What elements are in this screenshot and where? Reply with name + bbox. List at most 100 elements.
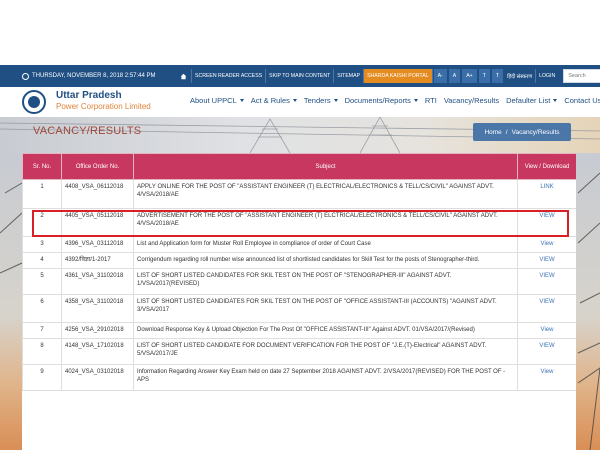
cell-sr: 2 [22, 208, 62, 237]
logo-emblem-icon [28, 96, 40, 108]
nav-documents-reports[interactable]: Documents/Reports [345, 96, 418, 105]
table-row: 8 4148_VSA_17102018 LIST OF SHORT LISTED… [22, 338, 576, 365]
hindi-version-link[interactable]: हिंदी संस्करण [504, 69, 537, 83]
page-banner: VACANCY/RESULTS Home / Vacancy/Results [0, 117, 600, 153]
table-row: 3 4396_VSA_03112018 List and Application… [22, 236, 576, 253]
chevron-down-icon [333, 99, 338, 102]
nav-label: RTI [424, 96, 437, 105]
login-link[interactable]: LOGIN [536, 69, 558, 83]
nav-tenders[interactable]: Tenders [304, 96, 338, 105]
nav-label: Vacancy/Results [443, 96, 500, 105]
font-normal-button[interactable]: A [448, 69, 461, 83]
nav-label: Defaulter List [506, 96, 551, 105]
theme-toggle-2[interactable]: T [491, 69, 504, 83]
cell-sr: 5 [22, 268, 62, 295]
cell-subject: ADVERTISEMENT FOR THE POST OF "ASSISTANT… [133, 208, 518, 237]
chevron-down-icon [292, 99, 297, 102]
view-button[interactable]: View [517, 322, 576, 339]
search-input[interactable]: Search [563, 69, 600, 83]
brand-name: Uttar Pradesh Power Corporation Limited [56, 90, 151, 112]
table-row: 2 4405_VSA_05112018 ADVERTISEMENT FOR TH… [22, 208, 576, 237]
nav-defaulter-list[interactable]: Defaulter List [506, 96, 558, 105]
header-subject: Subject [133, 153, 518, 180]
breadcrumb-home[interactable]: Home [484, 129, 501, 136]
cell-order: 4392/विज्ञा/1-2017 [61, 252, 134, 269]
cell-sr: 6 [22, 294, 62, 323]
sharda-kaishi-portal-link[interactable]: SHARDA KAISHI PORTAL [364, 69, 433, 83]
nav-label: Tenders [303, 96, 331, 105]
cell-order: 4148_VSA_17102018 [61, 338, 134, 365]
cell-subject: Information Regarding Answer Key Exam he… [133, 364, 518, 391]
table-row: 5 4361_VSA_31102018 LIST OF SHORT LISTED… [22, 268, 576, 295]
chevron-down-icon [239, 99, 244, 102]
cell-sr: 4 [22, 252, 62, 269]
cell-subject: APPLY ONLINE FOR THE POST OF "ASSISTANT … [133, 179, 518, 209]
table-header-row: Sr. No. Office Order No. Subject View / … [22, 153, 576, 180]
view-button[interactable]: View [517, 236, 576, 253]
page-title: VACANCY/RESULTS [33, 125, 142, 137]
date-display: THURSDAY, NOVEMBER 8, 2018 2:57:44 PM [22, 72, 156, 80]
table-row: 9 4024_VSA_03102018 Information Regardin… [22, 364, 576, 391]
cell-sr: 7 [22, 322, 62, 339]
page: THURSDAY, NOVEMBER 8, 2018 2:57:44 PM SC… [0, 0, 600, 450]
home-link[interactable] [176, 69, 192, 83]
main-nav: About UPPCL Act & Rules Tenders Document… [190, 96, 600, 105]
view-button[interactable]: VIEW [517, 252, 576, 269]
top-utility-bar: THURSDAY, NOVEMBER 8, 2018 2:57:44 PM SC… [0, 65, 600, 87]
view-button[interactable]: VIEW [517, 294, 576, 323]
font-decrease-button[interactable]: A- [433, 69, 447, 83]
chevron-down-icon [553, 99, 558, 102]
cell-order: 4361_VSA_31102018 [61, 268, 134, 295]
uppcl-logo[interactable] [22, 90, 46, 114]
table-row: 1 4408_VSA_06112018 APPLY ONLINE FOR THE… [22, 179, 576, 209]
nav-contact-us[interactable]: Contact Us [564, 96, 600, 105]
cell-sr: 9 [22, 364, 62, 391]
header-sr-no: Sr. No. [22, 153, 62, 180]
brand-line2: Power Corporation Limited [56, 102, 151, 111]
table-row: 6 4358_VSA_31102018 LIST OF SHORT LISTED… [22, 294, 576, 323]
screen-reader-link[interactable]: SCREEN READER ACCESS [192, 69, 267, 83]
view-button[interactable]: VIEW [517, 338, 576, 365]
cell-order: 4358_VSA_31102018 [61, 294, 134, 323]
cell-order: 4396_VSA_03112018 [61, 236, 134, 253]
nav-vacancy-results[interactable]: Vacancy/Results [444, 96, 499, 105]
cell-order: 4405_VSA_05112018 [61, 208, 134, 237]
vacancy-table-container: Sr. No. Office Order No. Subject View / … [22, 153, 576, 450]
header-view-download: View / Download [517, 153, 576, 180]
breadcrumb-current: Vacancy/Results [511, 128, 560, 136]
clock-icon [22, 72, 29, 80]
cell-order: 4408_VSA_06112018 [61, 179, 134, 209]
link-button[interactable]: LINK [517, 179, 576, 209]
cell-order: 4256_VSA_29102018 [61, 322, 134, 339]
cell-subject: LIST OF SHORT LISTED CANDIDATES FOR SKIL… [133, 294, 518, 323]
nav-about-uppcl[interactable]: About UPPCL [190, 96, 244, 105]
nav-label: Contact Us [564, 96, 600, 105]
date-text: THURSDAY, NOVEMBER 8, 2018 2:57:44 PM [32, 73, 156, 79]
site-header: Uttar Pradesh Power Corporation Limited … [0, 87, 600, 117]
skip-to-content-link[interactable]: SKIP TO MAIN CONTENT [266, 69, 335, 83]
theme-toggle-1[interactable]: T [478, 69, 490, 83]
breadcrumb: Home / Vacancy/Results [473, 123, 571, 141]
nav-rti[interactable]: RTI [425, 96, 437, 105]
vacancy-table: Sr. No. Office Order No. Subject View / … [22, 153, 576, 391]
cell-subject: LIST OF SHORT LISTED CANDIDATE FOR DOCUM… [133, 338, 518, 365]
cell-order: 4024_VSA_03102018 [61, 364, 134, 391]
brand-line1: Uttar Pradesh [56, 90, 122, 101]
cell-sr: 8 [22, 338, 62, 365]
nav-label: About UPPCL [190, 96, 237, 105]
view-button[interactable]: VIEW [517, 268, 576, 295]
cell-subject: Corrigendum regarding roll number wise a… [133, 252, 518, 269]
font-increase-button[interactable]: A+ [462, 69, 477, 83]
view-button[interactable]: VIEW [517, 208, 576, 237]
table-row: 4 4392/विज्ञा/1-2017 Corrigendum regardi… [22, 252, 576, 269]
cell-subject: Download Response Key & Upload Objection… [133, 322, 518, 339]
chevron-down-icon [413, 99, 418, 102]
cell-subject: LIST OF SHORT LISTED CANDIDATES FOR SKIL… [133, 268, 518, 295]
view-button[interactable]: View [517, 364, 576, 391]
utility-links: SCREEN READER ACCESS SKIP TO MAIN CONTEN… [176, 65, 600, 87]
breadcrumb-separator: / [505, 128, 508, 136]
cell-sr: 3 [22, 236, 62, 253]
sitemap-link[interactable]: SITEMAP [334, 69, 365, 83]
cell-subject: List and Application form for Muster Rol… [133, 236, 518, 253]
nav-act-rules[interactable]: Act & Rules [251, 96, 297, 105]
